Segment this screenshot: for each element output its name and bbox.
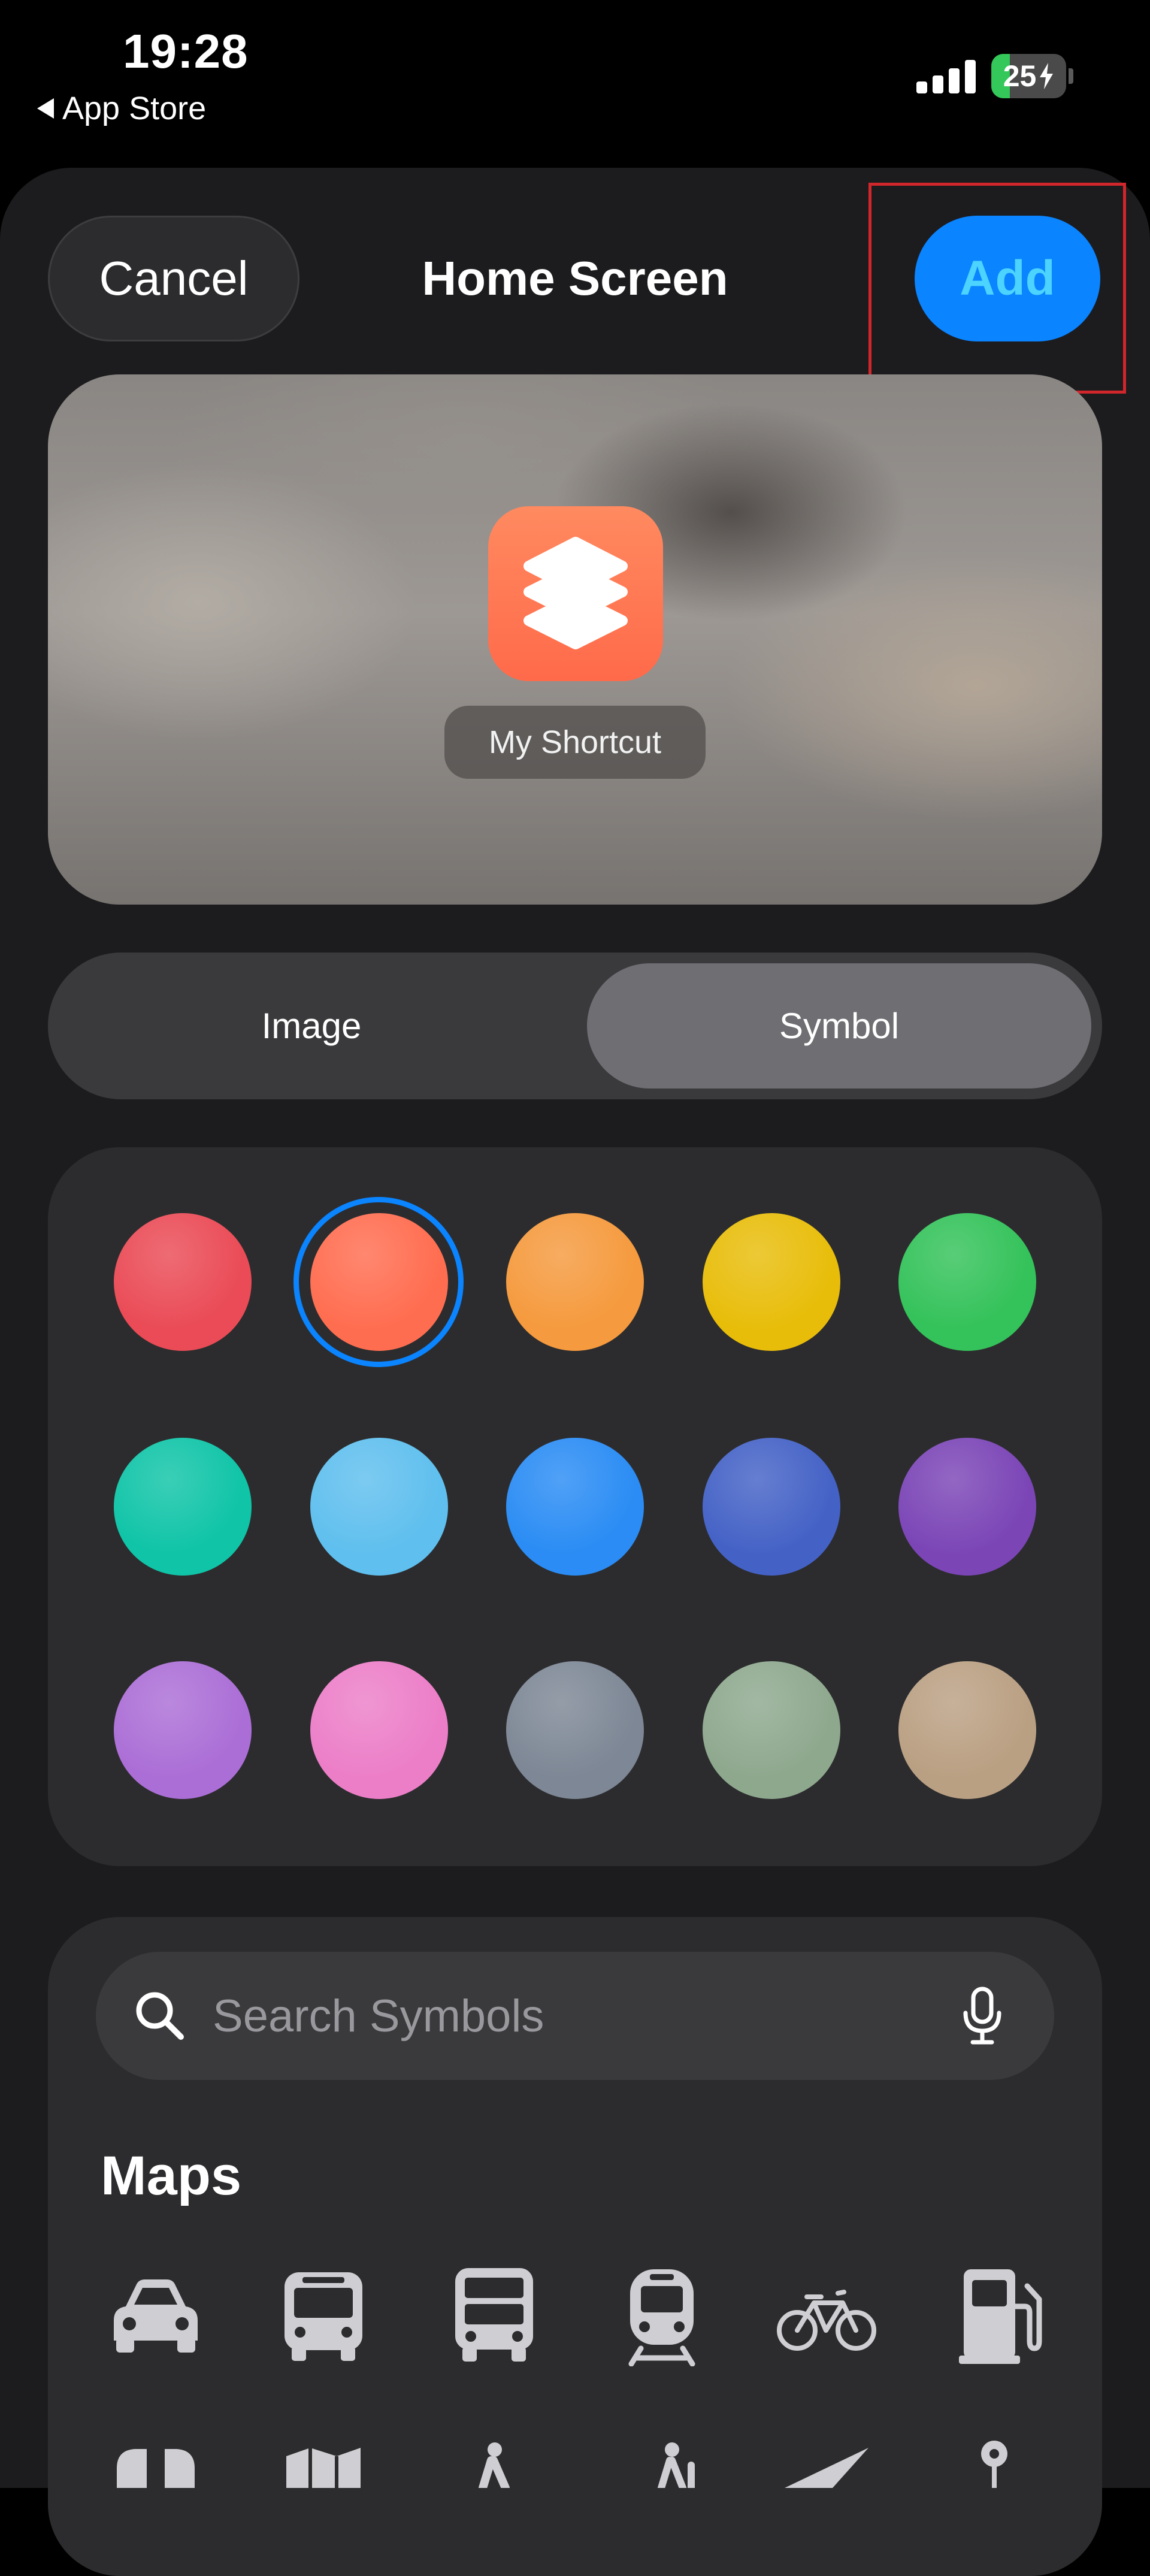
color-swatch[interactable]: [114, 1213, 252, 1351]
battery-percentage: 25: [1003, 59, 1037, 93]
cellular-signal-icon: [916, 60, 976, 93]
back-arrow-icon: [37, 98, 54, 119]
color-swatch[interactable]: [506, 1438, 644, 1576]
cancel-button[interactable]: Cancel: [48, 216, 299, 341]
color-swatch[interactable]: [898, 1438, 1036, 1576]
color-swatch[interactable]: [114, 1661, 252, 1799]
map-pin-icon[interactable]: [973, 2438, 1015, 2488]
figure-walking-icon[interactable]: [461, 2441, 527, 2488]
back-label: App Store: [62, 90, 207, 126]
charging-bolt-icon: [1040, 63, 1054, 89]
color-swatch[interactable]: [703, 1661, 840, 1799]
segment-image[interactable]: Image: [48, 953, 575, 1099]
map-icon[interactable]: [282, 2444, 365, 2488]
color-swatch[interactable]: [506, 1213, 644, 1351]
bicycle-icon[interactable]: [776, 2282, 877, 2354]
color-swatch[interactable]: [703, 1213, 840, 1351]
location-arrow-icon[interactable]: [779, 2444, 874, 2488]
microphone-icon[interactable]: [958, 1986, 1006, 2046]
color-swatch[interactable]: [898, 1661, 1036, 1799]
layers-icon: [523, 537, 628, 649]
color-swatch[interactable]: [506, 1661, 644, 1799]
shortcut-name-label[interactable]: My Shortcut: [444, 706, 706, 779]
segment-symbol[interactable]: Symbol: [587, 963, 1091, 1089]
bus-icon[interactable]: [279, 2267, 368, 2363]
figure-hiking-icon[interactable]: [641, 2441, 707, 2488]
bus-double-decker-icon[interactable]: [449, 2264, 539, 2363]
color-swatch-selected[interactable]: [310, 1213, 448, 1351]
status-time: 19:28: [123, 25, 249, 78]
highlight-annotation-box: [868, 183, 1126, 394]
battery-cap: [1069, 68, 1073, 84]
search-input[interactable]: Search Symbols: [213, 1952, 544, 2080]
battery-indicator: 25: [991, 54, 1066, 98]
fuel-pump-icon[interactable]: [955, 2264, 1045, 2366]
binoculars-icon[interactable]: [111, 2444, 201, 2488]
search-icon: [136, 1992, 184, 2040]
color-swatch[interactable]: [310, 1438, 448, 1576]
symbols-section-title: Maps: [101, 2145, 242, 2206]
tram-icon[interactable]: [623, 2264, 701, 2366]
color-swatch[interactable]: [703, 1438, 840, 1576]
color-swatch[interactable]: [310, 1661, 448, 1799]
car-icon[interactable]: [108, 2273, 204, 2357]
color-swatch[interactable]: [114, 1438, 252, 1576]
sheet-title: Home Screen: [422, 252, 728, 305]
back-to-app-store[interactable]: App Store: [37, 90, 206, 127]
color-swatch[interactable]: [898, 1213, 1036, 1351]
shortcut-app-icon: [488, 506, 663, 681]
